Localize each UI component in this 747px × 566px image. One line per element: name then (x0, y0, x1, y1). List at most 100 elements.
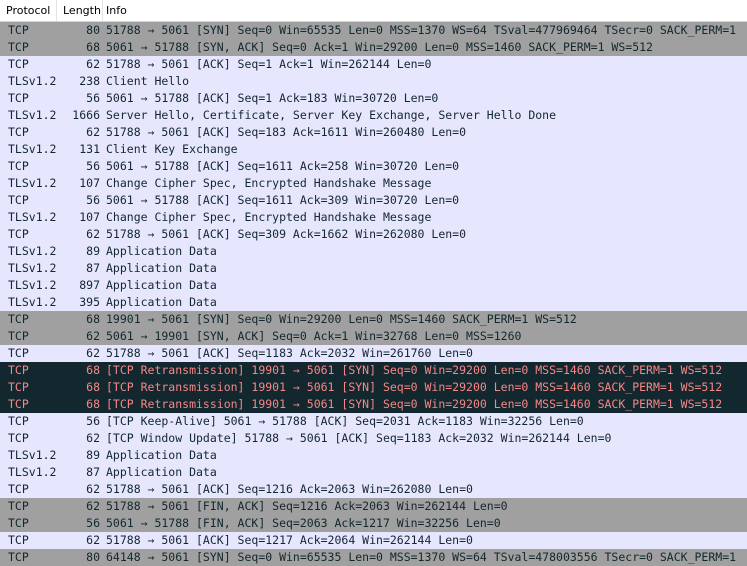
packet-length-cell: 56 (86, 159, 100, 173)
packet-protocol-cell: TLSv1.2 (8, 278, 57, 292)
packet-info-cell: 64148 → 5061 [SYN] Seq=0 Win=65535 Len=0… (106, 550, 737, 564)
packet-row[interactable]: TCP 62 51788 → 5061 [ACK] Seq=183 Ack=1611… (0, 124, 747, 141)
packet-row[interactable]: TCP 62 51788 → 5061 [ACK] Seq=309 Ack=1662… (0, 226, 747, 243)
packet-length-cell: 238 (79, 74, 100, 88)
packet-info-cell: 51788 → 5061 [ACK] Seq=1217 Ack=2064 Win… (106, 533, 473, 547)
packet-protocol-cell: TLSv1.2 (8, 244, 57, 258)
packet-row[interactable]: TCP 62 51788 → 5061 [ACK] Seq=1 Ack=1 Win=… (0, 56, 747, 73)
packet-row[interactable]: TCP 56 5061 → 51788 [ACK] Seq=1611 Ack=309… (0, 192, 747, 209)
packet-length-cell: 89 (86, 244, 100, 258)
packet-info-cell: 51788 → 5061 [ACK] Seq=1183 Ack=2032 Win… (106, 346, 473, 360)
packet-info-cell: Change Cipher Spec, Encrypted Handshake … (106, 210, 432, 224)
packet-length-cell: 87 (86, 465, 100, 479)
packet-length-cell: 62 (86, 482, 100, 496)
packet-row[interactable]: TCP 80 64148 → 5061 [SYN] Seq=0 Win=65535 … (0, 549, 747, 566)
packet-length-cell: 62 (86, 125, 100, 139)
packet-row[interactable]: TCP 62 51788 → 5061 [ACK] Seq=1217 Ack=206… (0, 532, 747, 549)
packet-info-cell: [TCP Window Update] 51788 → 5061 [ACK] S… (106, 431, 612, 445)
packet-info-cell: Application Data (106, 465, 217, 479)
packet-info-cell: 51788 → 5061 [ACK] Seq=1216 Ack=2063 Win… (106, 482, 473, 496)
packet-protocol-cell: TLSv1.2 (8, 210, 57, 224)
packet-protocol-cell: TLSv1.2 (8, 142, 57, 156)
packet-protocol-cell: TCP (8, 533, 29, 547)
packet-row[interactable]: TCP 68 19901 → 5061 [SYN] Seq=0 Win=29200 … (0, 311, 747, 328)
packet-length-cell: 56 (86, 193, 100, 207)
packet-info-cell: 19901 → 5061 [SYN] Seq=0 Win=29200 Len=0… (106, 312, 577, 326)
packet-length-cell: 62 (86, 499, 100, 513)
packet-row[interactable]: TCP 56 5061 → 51788 [ACK] Seq=1611 Ack=258… (0, 158, 747, 175)
packet-row[interactable]: TLSv1.2 238 Client Hello (0, 73, 747, 90)
packet-length-cell: 1666 (72, 108, 100, 122)
packet-length-cell: 68 (86, 40, 100, 54)
packet-info-cell: 5061 → 51788 [FIN, ACK] Seq=2063 Ack=121… (106, 516, 501, 530)
packet-length-cell: 56 (86, 91, 100, 105)
packet-length-cell: 62 (86, 329, 100, 343)
packet-info-cell: [TCP Retransmission] 19901 → 5061 [SYN] … (106, 363, 723, 377)
packet-info-cell: Application Data (106, 261, 217, 275)
packet-protocol-cell: TCP (8, 329, 29, 343)
packet-protocol-cell: TCP (8, 380, 29, 394)
packet-protocol-cell: TCP (8, 193, 29, 207)
packet-row[interactable]: TLSv1.2 131 Client Key Exchange (0, 141, 747, 158)
packet-info-cell: [TCP Retransmission] 19901 → 5061 [SYN] … (106, 397, 723, 411)
packet-length-cell: 131 (79, 142, 100, 156)
packet-protocol-cell: TCP (8, 159, 29, 173)
packet-length-cell: 62 (86, 227, 100, 241)
packet-protocol-cell: TLSv1.2 (8, 108, 57, 122)
packet-row[interactable]: TLSv1.2 89 Application Data (0, 243, 747, 260)
packet-protocol-cell: TCP (8, 125, 29, 139)
packet-protocol-cell: TCP (8, 91, 29, 105)
packet-protocol-cell: TCP (8, 499, 29, 513)
packet-length-cell: 897 (79, 278, 100, 292)
packet-info-cell: 51788 → 5061 [ACK] Seq=309 Ack=1662 Win=… (106, 227, 467, 241)
packet-row[interactable]: TCP 68 [TCP Retransmission] 19901 → 5061 [… (0, 379, 747, 396)
packet-info-cell: 5061 → 51788 [ACK] Seq=1611 Ack=258 Win=… (106, 159, 460, 173)
packet-row[interactable]: TLSv1.2 107 Change Cipher Spec, Encrypted … (0, 175, 747, 192)
packet-info-cell: 5061 → 51788 [ACK] Seq=1 Ack=183 Win=307… (106, 91, 439, 105)
packet-length-cell: 68 (86, 312, 100, 326)
packet-row[interactable]: TCP 68 [TCP Retransmission] 19901 → 5061 [… (0, 396, 747, 413)
packet-info-cell: 51788 → 5061 [ACK] Seq=1 Ack=1 Win=26214… (106, 57, 432, 71)
column-header-length[interactable]: Length (57, 0, 103, 21)
packet-length-cell: 87 (86, 261, 100, 275)
packet-length-cell: 62 (86, 533, 100, 547)
packet-length-cell: 80 (86, 23, 100, 37)
packet-protocol-cell: TCP (8, 431, 29, 445)
packet-row[interactable]: TCP 80 51788 → 5061 [SYN] Seq=0 Win=65535 … (0, 22, 747, 39)
packet-length-cell: 56 (86, 516, 100, 530)
packet-protocol-cell: TCP (8, 482, 29, 496)
packet-row[interactable]: TLSv1.2 87 Application Data (0, 464, 747, 481)
packet-info-cell: [TCP Keep-Alive] 5061 → 51788 [ACK] Seq=… (106, 414, 584, 428)
packet-protocol-cell: TCP (8, 57, 29, 71)
packet-protocol-cell: TCP (8, 363, 29, 377)
packet-row[interactable]: TLSv1.2 395 Application Data (0, 294, 747, 311)
packet-protocol-cell: TLSv1.2 (8, 176, 57, 190)
packet-row[interactable]: TCP 56 [TCP Keep-Alive] 5061 → 51788 [ACK]… (0, 413, 747, 430)
packet-row[interactable]: TCP 56 5061 → 51788 [ACK] Seq=1 Ack=183 Wi… (0, 90, 747, 107)
packet-row[interactable]: TLSv1.2 1666 Server Hello, Certificate, Se… (0, 107, 747, 124)
packet-length-cell: 107 (79, 210, 100, 224)
packet-row[interactable]: TLSv1.2 87 Application Data (0, 260, 747, 277)
packet-protocol-cell: TLSv1.2 (8, 261, 57, 275)
packet-info-cell: Client Hello (106, 74, 190, 88)
packet-protocol-cell: TCP (8, 550, 29, 564)
packet-row[interactable]: TCP 68 [TCP Retransmission] 19901 → 5061 [… (0, 362, 747, 379)
column-header-protocol[interactable]: Protocol (0, 0, 57, 21)
packet-row[interactable]: TCP 62 51788 → 5061 [ACK] Seq=1216 Ack=206… (0, 481, 747, 498)
packet-info-cell: Application Data (106, 278, 217, 292)
packet-row[interactable]: TLSv1.2 107 Change Cipher Spec, Encrypted … (0, 209, 747, 226)
packet-row[interactable]: TLSv1.2 89 Application Data (0, 447, 747, 464)
packet-row[interactable]: TCP 62 51788 → 5061 [ACK] Seq=1183 Ack=203… (0, 345, 747, 362)
packet-row[interactable]: TLSv1.2 897 Application Data (0, 277, 747, 294)
packet-protocol-cell: TCP (8, 414, 29, 428)
packet-row[interactable]: TCP 62 5061 → 19901 [SYN, ACK] Seq=0 Ack=1… (0, 328, 747, 345)
packet-row[interactable]: TCP 56 5061 → 51788 [FIN, ACK] Seq=2063 Ac… (0, 515, 747, 532)
packet-row[interactable]: TCP 62 [TCP Window Update] 51788 → 5061 [A… (0, 430, 747, 447)
packet-row[interactable]: TCP 62 51788 → 5061 [FIN, ACK] Seq=1216 Ac… (0, 498, 747, 515)
packet-list: TCP 80 51788 → 5061 [SYN] Seq=0 Win=65535 … (0, 22, 747, 566)
packet-length-cell: 68 (86, 397, 100, 411)
packet-row[interactable]: TCP 68 5061 → 51788 [SYN, ACK] Seq=0 Ack=1… (0, 39, 747, 56)
packet-length-cell: 62 (86, 57, 100, 71)
packet-info-cell: Application Data (106, 448, 217, 462)
column-header-info[interactable]: Info (103, 0, 747, 21)
